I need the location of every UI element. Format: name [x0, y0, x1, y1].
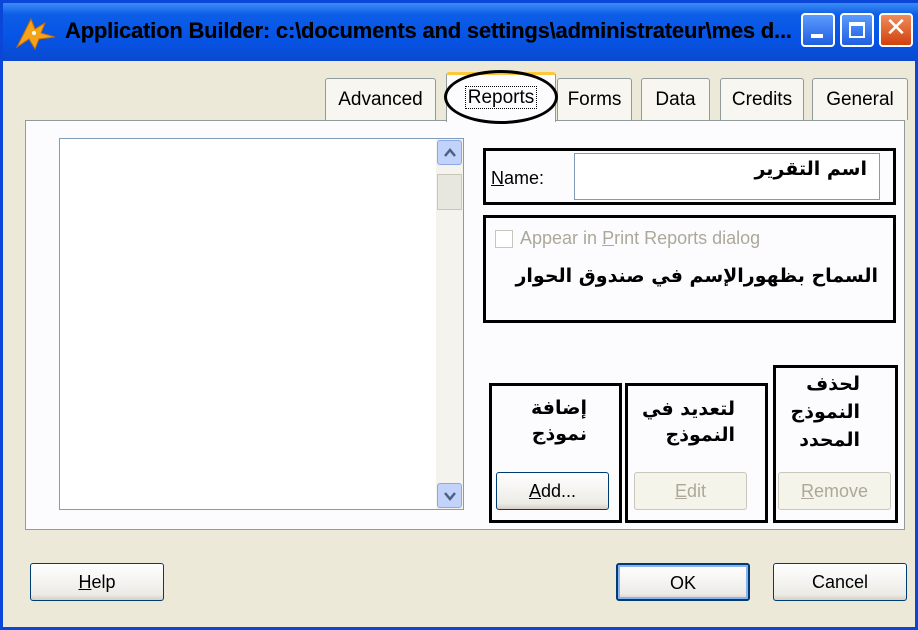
remove-button[interactable]: Remove: [778, 472, 891, 510]
add-arabic-note: إضافة نموذج: [531, 397, 587, 445]
cancel-button[interactable]: Cancel: [773, 563, 907, 601]
name-label: Name:: [491, 168, 545, 188]
tab-data[interactable]: Data: [641, 78, 710, 120]
tab-label: General: [826, 89, 894, 110]
tab-credits[interactable]: Credits: [720, 78, 804, 120]
scroll-thumb[interactable]: [437, 174, 462, 210]
scroll-down-button[interactable]: [437, 483, 462, 508]
tab-label: Data: [655, 89, 696, 110]
maximize-button[interactable]: [840, 13, 874, 47]
tab-label: Credits: [731, 89, 793, 110]
close-button[interactable]: ✕: [879, 13, 913, 47]
edit-arabic-note: لتعديد في النموذج: [642, 398, 735, 446]
edit-button[interactable]: Edit: [634, 472, 747, 510]
appear-in-print-reports-checkbox[interactable]: [495, 230, 513, 248]
remove-arabic-note: لحذف النموذج المحدد: [790, 373, 861, 451]
reports-tab-highlight-ellipse: [444, 70, 558, 124]
chevron-up-icon: [444, 148, 456, 157]
chevron-down-icon: [444, 492, 456, 501]
tab-label: Forms: [567, 89, 622, 110]
report-name-value: اسم التقرير: [754, 158, 867, 180]
minimize-button[interactable]: [801, 13, 835, 47]
tab-general[interactable]: General: [812, 78, 908, 120]
add-button[interactable]: Add...: [496, 472, 609, 510]
close-icon: ✕: [885, 13, 907, 43]
tab-advanced[interactable]: Advanced: [325, 78, 436, 120]
help-button[interactable]: Help: [30, 563, 164, 601]
list-scrollbar[interactable]: [436, 139, 463, 509]
title-bar[interactable]: Application Builder: c:\documents and se…: [3, 3, 918, 61]
appear-arabic-note: السماح بظهورالإسم في صندوق الحوار: [515, 265, 878, 287]
tab-label: Advanced: [338, 89, 423, 110]
scroll-up-button[interactable]: [437, 140, 462, 165]
foxpro-fox-icon: [15, 17, 56, 51]
report-name-field[interactable]: اسم التقرير: [574, 153, 880, 200]
tab-forms[interactable]: Forms: [557, 78, 632, 120]
ok-button[interactable]: OK: [616, 563, 750, 601]
appear-in-print-reports-label: Appear in Print Reports dialog: [520, 228, 761, 248]
reports-list-box[interactable]: [59, 138, 464, 510]
window-title: Application Builder: c:\documents and se…: [65, 18, 792, 43]
